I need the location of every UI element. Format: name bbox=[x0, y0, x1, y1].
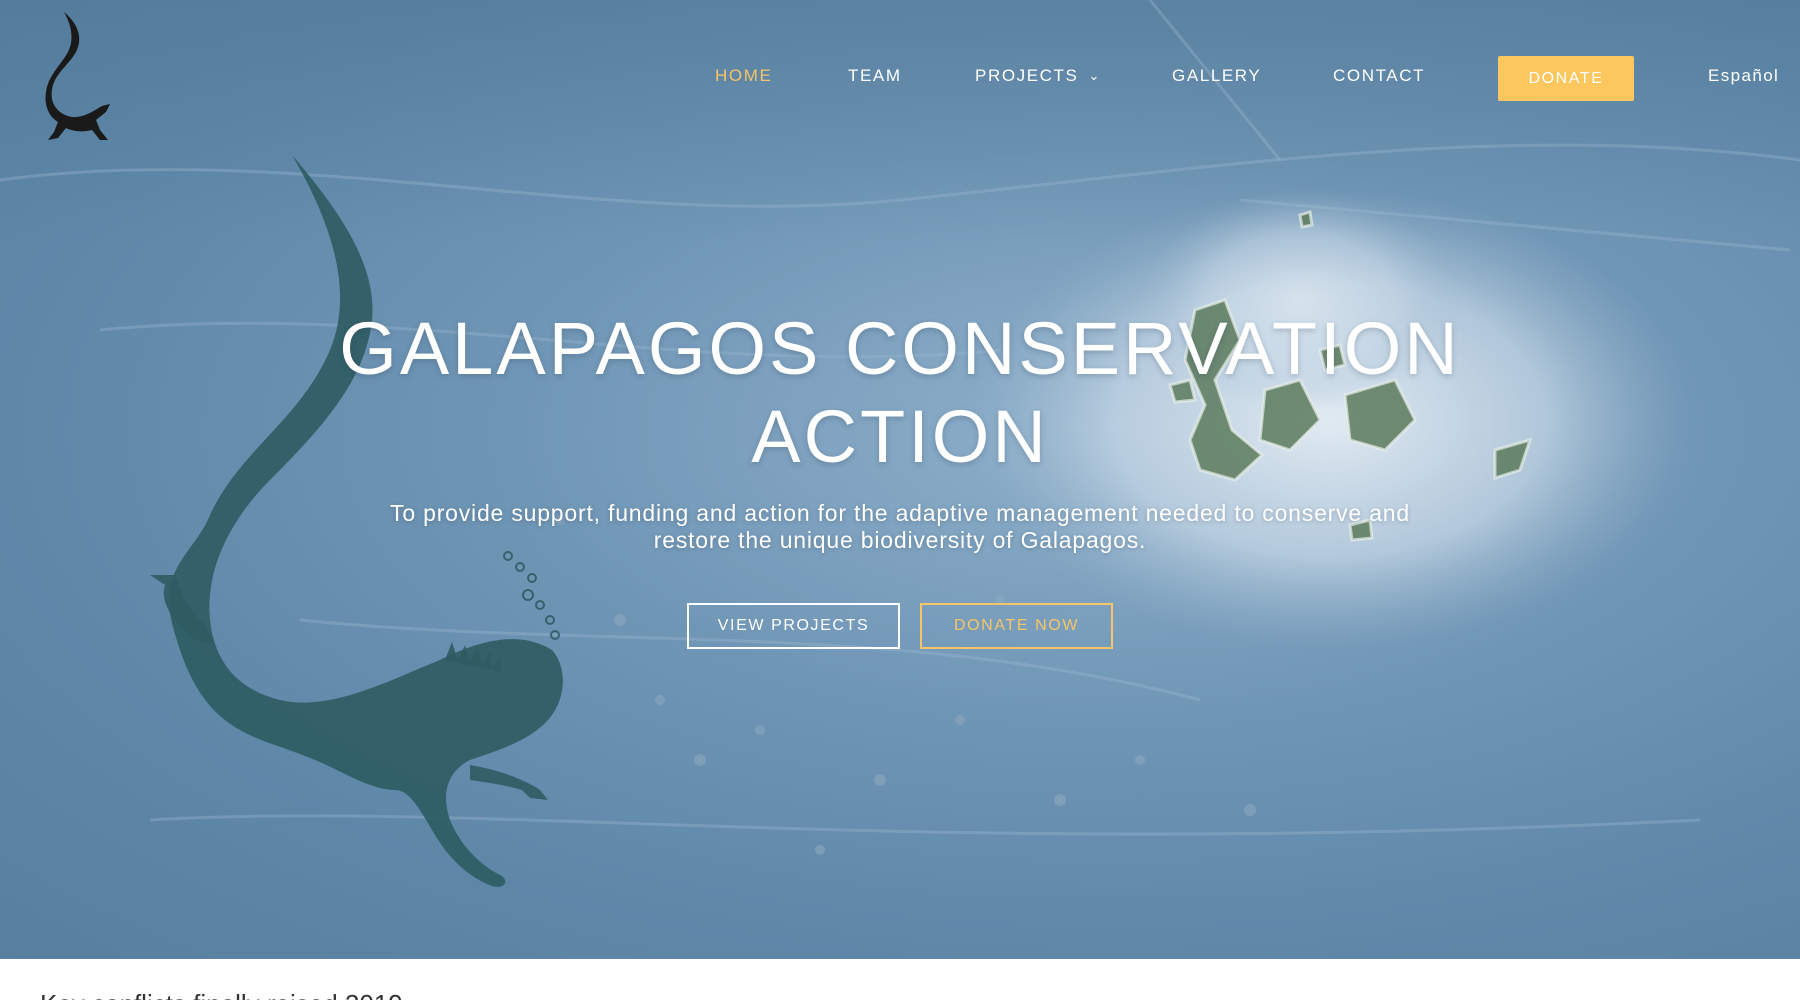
page: HOME TEAM PROJECTS ⌄ GALLERY CONTACT DONA… bbox=[0, 0, 1800, 1000]
chevron-down-icon: ⌄ bbox=[1088, 68, 1101, 83]
nav-team[interactable]: TEAM bbox=[848, 66, 902, 86]
hero-title-line1: GALAPAGOS CONSERVATION bbox=[339, 307, 1461, 390]
section-heading: Key conflicts finally raised 2019 bbox=[40, 989, 403, 1000]
hero-title: GALAPAGOS CONSERVATION ACTION bbox=[250, 305, 1550, 481]
nav-gallery[interactable]: GALLERY bbox=[1172, 66, 1261, 86]
view-projects-button[interactable]: VIEW PROJECTS bbox=[687, 603, 900, 649]
language-switch[interactable]: Español bbox=[1708, 66, 1779, 86]
nav-home[interactable]: HOME bbox=[715, 66, 772, 86]
hero-subtitle: To provide support, funding and action f… bbox=[290, 500, 1510, 554]
hero-section: HOME TEAM PROJECTS ⌄ GALLERY CONTACT DONA… bbox=[0, 0, 1800, 959]
nav-projects[interactable]: PROJECTS ⌄ bbox=[975, 66, 1101, 86]
nav-contact[interactable]: CONTACT bbox=[1333, 66, 1425, 86]
hero-title-line2: ACTION bbox=[751, 395, 1049, 478]
content-section: Key conflicts finally raised 2019 bbox=[0, 959, 1800, 1000]
nav-projects-label: PROJECTS bbox=[975, 66, 1079, 85]
nav-donate-button[interactable]: DONATE bbox=[1498, 56, 1634, 101]
main-nav: HOME TEAM PROJECTS ⌄ GALLERY CONTACT DONA… bbox=[0, 0, 1800, 156]
donate-now-button[interactable]: DONATE NOW bbox=[920, 603, 1113, 649]
hero-subtitle-line2: restore the unique biodiversity of Galap… bbox=[653, 527, 1147, 553]
hero-subtitle-line1: To provide support, funding and action f… bbox=[390, 500, 1410, 526]
